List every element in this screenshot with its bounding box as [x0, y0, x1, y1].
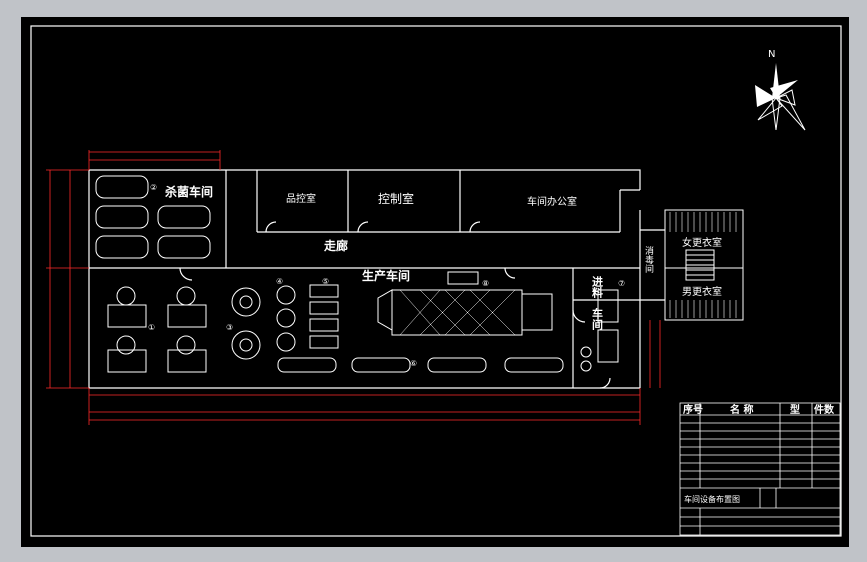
callout: ④ [276, 277, 283, 286]
table-header-qty: 件数 [814, 403, 835, 416]
drawing-frame [30, 25, 842, 537]
dimension-lines [46, 150, 661, 425]
table-header-model: 型 [790, 403, 800, 416]
callout: ⑥ [410, 359, 417, 368]
room-label-control: 控制室 [378, 191, 414, 206]
locker-rooms [664, 209, 744, 321]
callout: ③ [226, 323, 233, 332]
callout: ⑧ [482, 279, 489, 288]
floor-plan-drawing: N 杀菌车间 品控室 控制室 车间办公室 走廊 生产车间 消毒间 女更衣室 男更… [30, 25, 842, 537]
room-label-disinfect: 消毒间 [643, 245, 654, 274]
room-label-sterilize: 杀菌车间 [165, 184, 213, 199]
north-arrow-icon [755, 63, 806, 131]
room-label-male-locker: 男更衣室 [682, 285, 722, 298]
callout: ⑦ [618, 279, 625, 288]
callout: ② [150, 183, 157, 192]
callout: ① [148, 323, 155, 332]
table-header-no: 序号 [683, 403, 703, 416]
drawing-title: 车间设备布置图 [684, 494, 740, 504]
room-label-inspection: 品控室 [286, 192, 316, 205]
room-label-corridor: 走廊 [324, 238, 348, 253]
room-label-production: 生产车间 [362, 268, 410, 283]
north-label: N [768, 49, 775, 60]
room-label-material-2: 车间 [591, 307, 604, 331]
room-label-female-locker: 女更衣室 [682, 236, 722, 249]
table-header-name: 名 称 [730, 403, 753, 416]
title-block [679, 402, 841, 536]
room-label-office: 车间办公室 [527, 195, 577, 208]
cad-drawing-sheet: N 杀菌车间 品控室 控制室 车间办公室 走廊 生产车间 消毒间 女更衣室 男更… [21, 17, 849, 547]
room-label-material-1: 进料 [591, 275, 604, 299]
callout: ⑤ [322, 277, 329, 286]
production-machines [107, 271, 619, 373]
